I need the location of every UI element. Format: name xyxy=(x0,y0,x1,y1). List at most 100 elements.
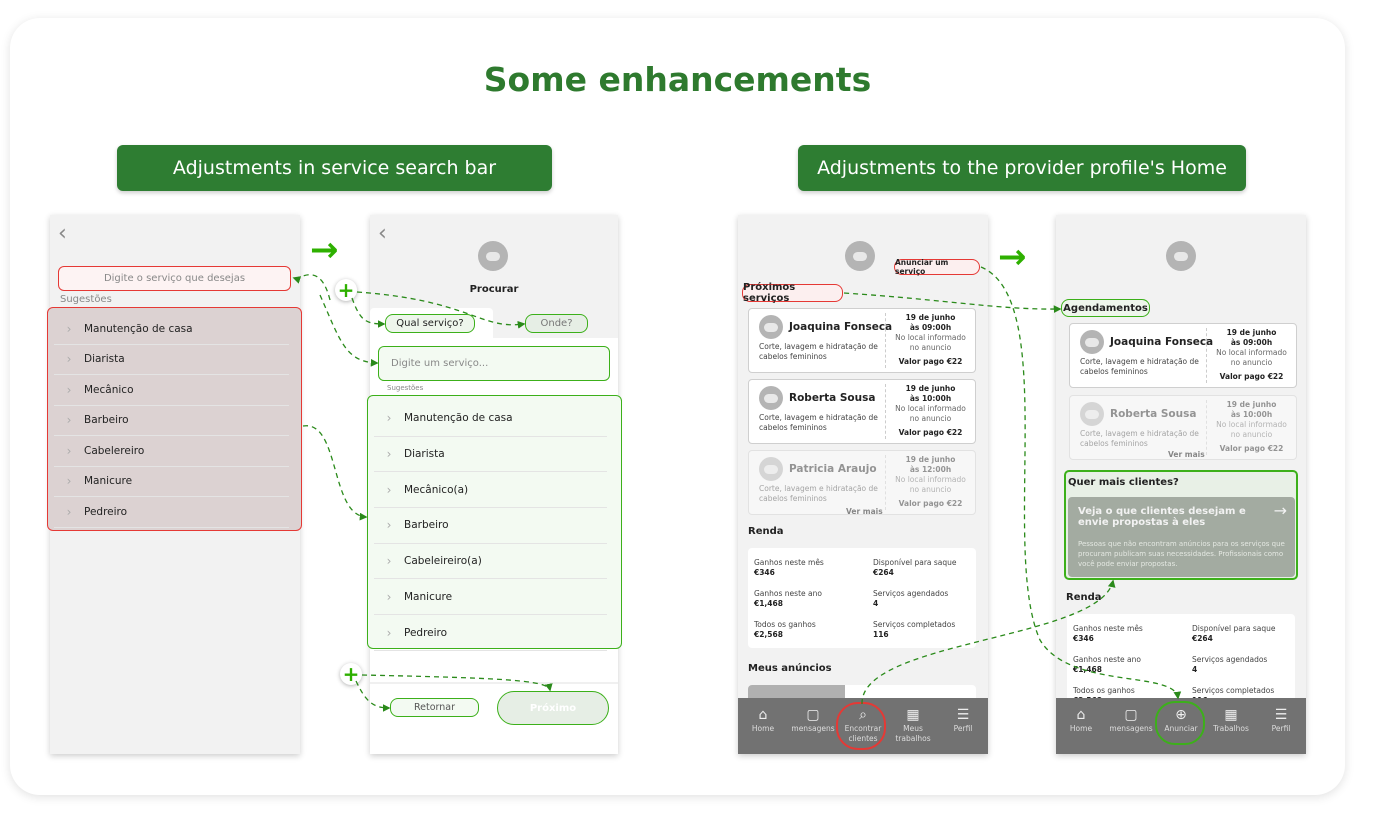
income-value: 4 xyxy=(1192,665,1198,674)
suggestion-item[interactable]: › Diarista xyxy=(54,345,289,375)
client-avatar xyxy=(1080,330,1104,354)
chevron-right-icon: › xyxy=(66,443,72,458)
suggestion-label: Diarista xyxy=(84,353,125,366)
income-stat: Todos os ganhos€2,568 xyxy=(754,620,816,640)
service-card[interactable]: Joaquina Fonseca Corte, lavagem e hidrata… xyxy=(1069,323,1297,388)
avatar xyxy=(845,241,875,271)
income-value: €346 xyxy=(754,568,775,577)
plus-icon: + xyxy=(335,279,357,301)
suggestions-label: Sugestões xyxy=(60,294,112,305)
income-stat: Disponível para saque €264 xyxy=(873,558,957,578)
suggestion-label: Diarista xyxy=(404,448,445,461)
service-card[interactable]: Patricia Araujo Corte, lavagem e hidrataç… xyxy=(748,450,976,515)
chat-icon: ▢ xyxy=(1124,707,1138,723)
nav-item-calendar[interactable]: ▦ Meus trabalhos xyxy=(889,706,937,744)
suggestion-item[interactable]: › Manutenção de casa xyxy=(54,314,289,345)
suggestion-item[interactable]: › Pedreiro xyxy=(54,497,289,528)
tab-onde[interactable]: Onde? xyxy=(525,314,588,333)
search-input[interactable]: Digite um serviço... xyxy=(378,346,610,381)
client-avatar xyxy=(759,457,783,481)
suggestion-label: Mecânico(a) xyxy=(404,483,469,496)
client-avatar xyxy=(1080,402,1104,426)
avatar xyxy=(1166,241,1196,271)
service-time: às 10:00h xyxy=(909,394,952,403)
client-name: Joaquina Fonseca xyxy=(789,321,893,333)
search-input[interactable]: Digite o serviço que desejas xyxy=(58,266,291,291)
service-date: 19 de junho xyxy=(1226,328,1277,337)
service-paid: Valor pago €22 xyxy=(898,357,963,366)
chevron-right-icon: › xyxy=(386,554,392,569)
service-date: 19 de junho xyxy=(905,455,956,464)
suggestion-label: Cabeleireiro(a) xyxy=(404,555,482,568)
nav-item-menu[interactable]: ☰ Perfil xyxy=(939,706,987,734)
suggestion-item[interactable]: › Mecânico xyxy=(54,375,289,406)
chevron-right-icon: › xyxy=(66,382,72,397)
back-button[interactable]: Retornar xyxy=(390,698,479,717)
nav-item-home[interactable]: ⌂ Home xyxy=(739,706,787,734)
calendar-icon: ▦ xyxy=(1224,707,1238,723)
suggestion-item[interactable]: › Manicure xyxy=(54,467,289,497)
advertise-service-link[interactable]: Anunciar um serviço xyxy=(894,258,980,276)
promo-text: Pessoas que não encontram anúncios para … xyxy=(1078,540,1285,568)
nav-item-chat[interactable]: ▢ mensagens xyxy=(1107,706,1155,734)
nav-item-chat[interactable]: ▢ mensagens xyxy=(789,706,837,734)
suggestion-item[interactable]: › Pedreiro xyxy=(374,615,607,651)
income-label: Serviços completados xyxy=(873,620,956,629)
service-paid: Valor pago €22 xyxy=(898,428,963,437)
arrow-right-icon: → xyxy=(1273,501,1287,520)
income-title: Renda xyxy=(1066,592,1102,603)
arrow-right-icon: → xyxy=(310,230,339,270)
back-icon[interactable]: ‹ xyxy=(58,221,67,246)
suggestion-item[interactable]: › Barbeiro xyxy=(374,508,607,544)
service-card[interactable]: Roberta Sousa Corte, lavagem e hidratação… xyxy=(1069,395,1297,460)
client-avatar xyxy=(759,315,783,339)
suggestion-item[interactable]: › Barbeiro xyxy=(54,406,289,436)
income-label: Serviços completados xyxy=(1192,686,1275,695)
client-name: Joaquina Fonseca xyxy=(1110,336,1214,348)
suggestion-item[interactable]: › Manutenção de casa xyxy=(374,401,607,437)
service-card[interactable]: Roberta Sousa Corte, lavagem e hidratação… xyxy=(748,379,976,444)
highlight-find-clients xyxy=(836,702,886,750)
service-place: No local informado xyxy=(895,333,966,342)
nav-label: Meus trabalhos xyxy=(895,724,931,743)
service-place: no anuncio xyxy=(1230,430,1273,439)
income-value: €2,568 xyxy=(754,630,783,639)
highlight-advertise xyxy=(1155,701,1205,745)
nav-item-home[interactable]: ⌂ Home xyxy=(1057,706,1105,734)
income-label: Ganhos neste ano xyxy=(1073,655,1141,664)
income-stat: Disponível para saque €264 xyxy=(1192,624,1276,644)
nav-label: Perfil xyxy=(1271,724,1291,733)
client-name: Roberta Sousa xyxy=(789,392,876,404)
chat-icon: ▢ xyxy=(806,707,820,723)
chevron-right-icon: › xyxy=(386,447,392,462)
client-name: Patricia Araujo xyxy=(789,463,877,475)
service-card[interactable]: Joaquina Fonseca Corte, lavagem e hidrata… xyxy=(748,308,976,373)
income-label: Ganhos neste ano xyxy=(754,589,822,598)
suggestions-list: › Manutenção de casa › Diarista › Mecânico › Ba… xyxy=(47,307,302,531)
next-button[interactable]: Próximo xyxy=(497,691,609,725)
client-name: Roberta Sousa xyxy=(1110,408,1197,420)
income-label: Ganhos neste mês xyxy=(1073,624,1143,633)
nav-label: Trabalhos xyxy=(1213,724,1249,733)
find-clients-card[interactable]: Veja o que clientes desejam e envie prop… xyxy=(1068,497,1295,577)
suggestion-item[interactable]: › Diarista xyxy=(374,437,607,473)
chevron-right-icon: › xyxy=(66,413,72,428)
income-label: Todos os ganhos xyxy=(754,620,816,629)
nav-label: mensagens xyxy=(1109,724,1153,733)
suggestion-item[interactable]: › Mecânico(a) xyxy=(374,472,607,509)
nav-item-menu[interactable]: ☰ Perfil xyxy=(1257,706,1305,734)
suggestion-item[interactable]: › Manicure xyxy=(374,580,607,616)
chevron-right-icon: › xyxy=(386,625,392,640)
suggestion-label: Pedreiro xyxy=(84,505,128,518)
suggestion-item[interactable]: › Cabelereiro xyxy=(54,436,289,467)
nav-label: Perfil xyxy=(953,724,973,733)
suggestion-item[interactable]: › Cabeleireiro(a) xyxy=(374,544,607,580)
nav-item-calendar[interactable]: ▦ Trabalhos xyxy=(1207,706,1255,734)
tab-qual-servico[interactable]: Qual serviço? xyxy=(385,314,475,333)
service-description: Corte, lavagem e hidratação de cabelos f… xyxy=(759,413,878,432)
service-place: No local informado xyxy=(895,404,966,413)
service-time: às 09:00h xyxy=(909,323,952,332)
back-icon[interactable]: ‹ xyxy=(378,221,387,246)
income-stat: Serviços agendados 4 xyxy=(873,589,948,609)
home-icon: ⌂ xyxy=(758,707,768,723)
